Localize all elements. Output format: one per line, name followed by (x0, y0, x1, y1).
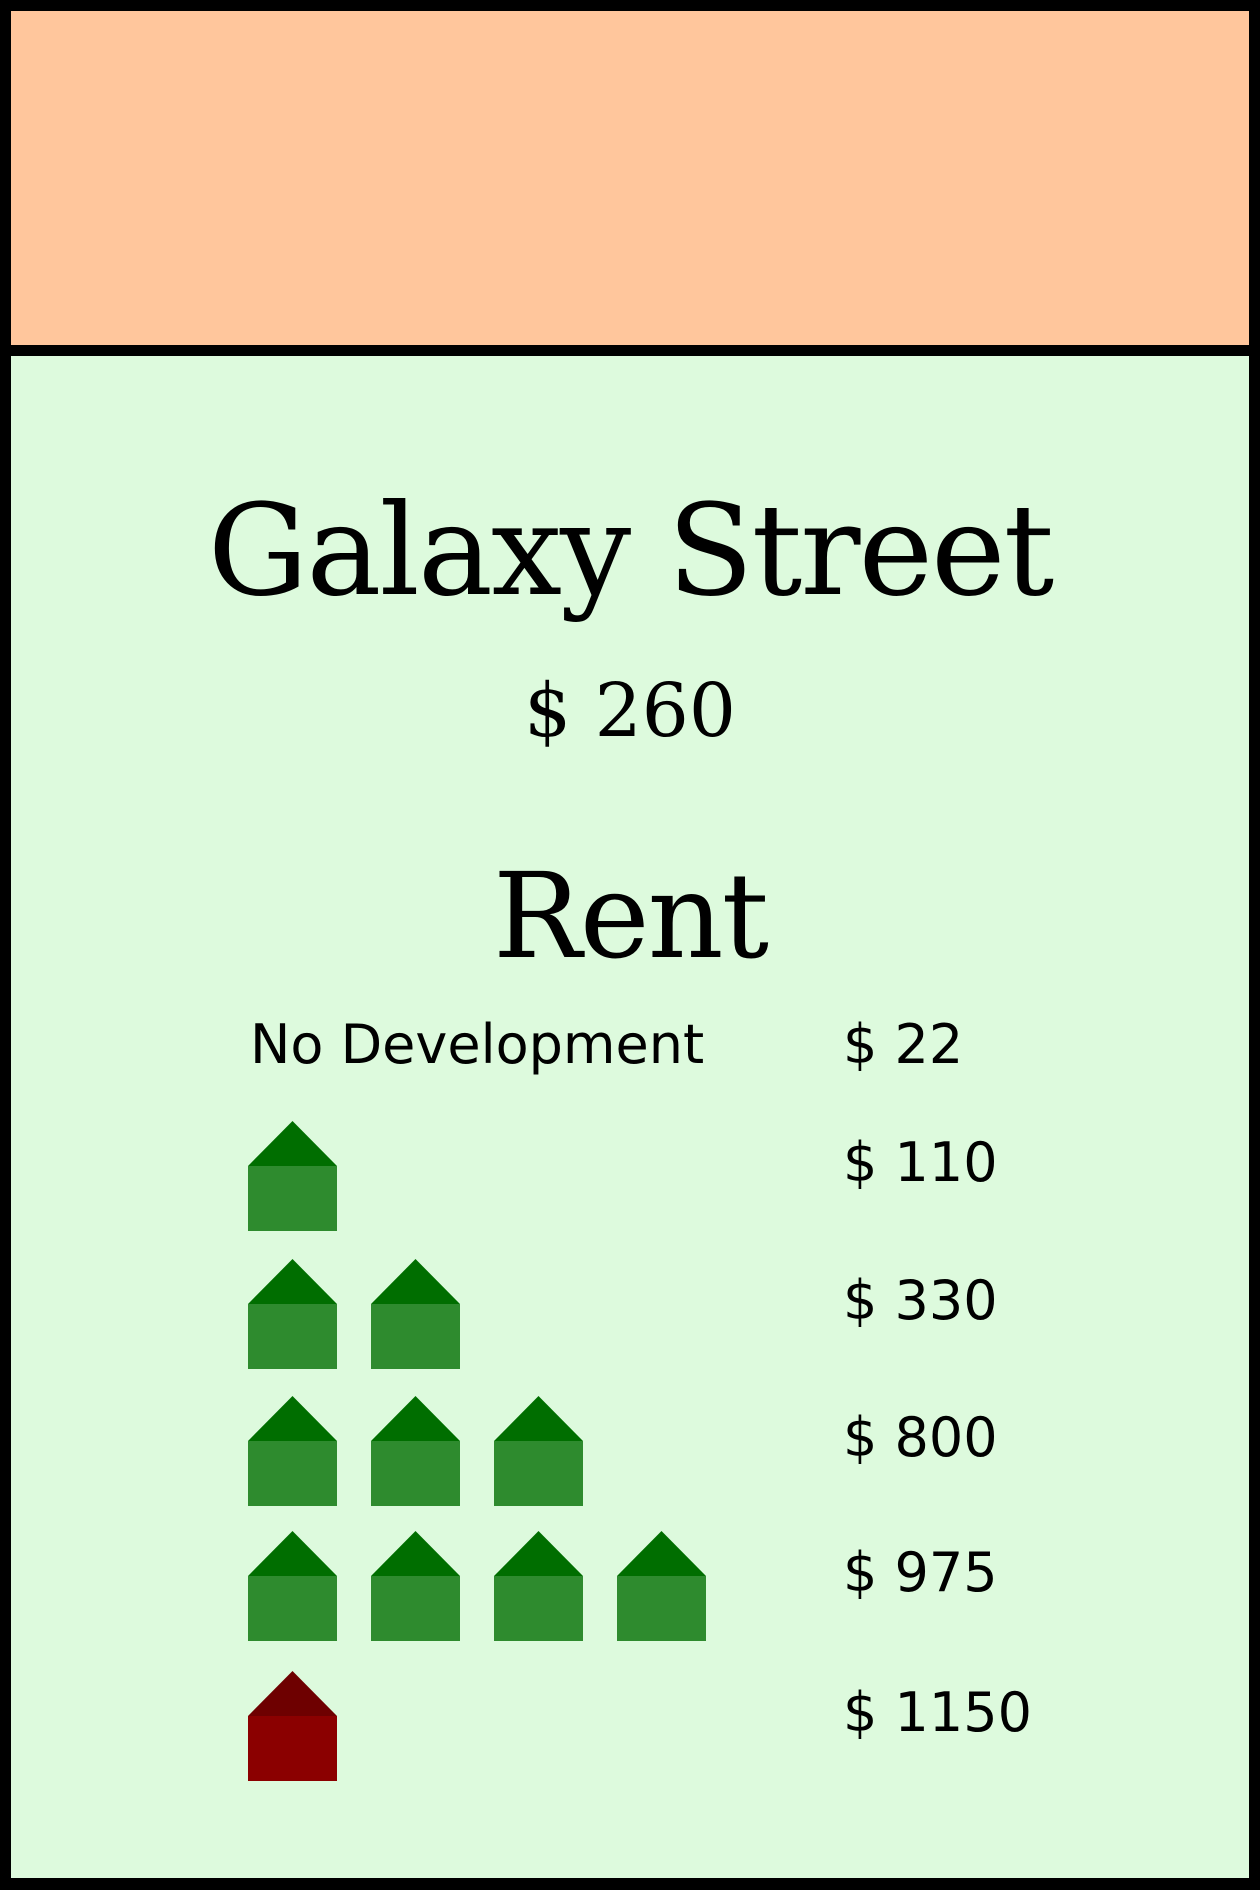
house-icon (494, 1396, 583, 1506)
rent-row-1-house: $ 110 (11, 1121, 1249, 1231)
color-band (11, 11, 1249, 345)
property-price: $ 260 (524, 668, 736, 754)
rent-heading: Rent (492, 847, 769, 985)
house-icon (371, 1396, 460, 1506)
house-icon (248, 1259, 337, 1369)
property-title: Galaxy Street (207, 477, 1054, 624)
rent-value: $ 800 (843, 1406, 998, 1469)
rent-row-hotel: $ 1150 (11, 1671, 1249, 1781)
rent-label: No Development (250, 1013, 705, 1076)
house-icon (248, 1121, 337, 1231)
rent-value: $ 330 (843, 1269, 998, 1332)
house-icon (248, 1531, 337, 1641)
rent-value: $ 1150 (843, 1681, 1032, 1744)
house-icon (248, 1396, 337, 1506)
house-icon (371, 1259, 460, 1369)
rent-value: $ 975 (843, 1541, 998, 1604)
house-icon (371, 1531, 460, 1641)
rent-row-no-development: No Development $ 22 (11, 1003, 1249, 1113)
house-icon (494, 1531, 583, 1641)
rent-row-2-houses: $ 330 (11, 1259, 1249, 1369)
rent-row-4-houses: $ 975 (11, 1531, 1249, 1641)
property-card: Galaxy Street $ 260 Rent No Development … (0, 0, 1260, 1890)
rent-value: $ 22 (843, 1013, 964, 1076)
card-body: Galaxy Street $ 260 Rent No Development … (11, 356, 1249, 1878)
rent-value: $ 110 (843, 1131, 998, 1194)
rent-row-3-houses: $ 800 (11, 1396, 1249, 1506)
house-icon (617, 1531, 706, 1641)
hotel-icon (248, 1671, 337, 1781)
